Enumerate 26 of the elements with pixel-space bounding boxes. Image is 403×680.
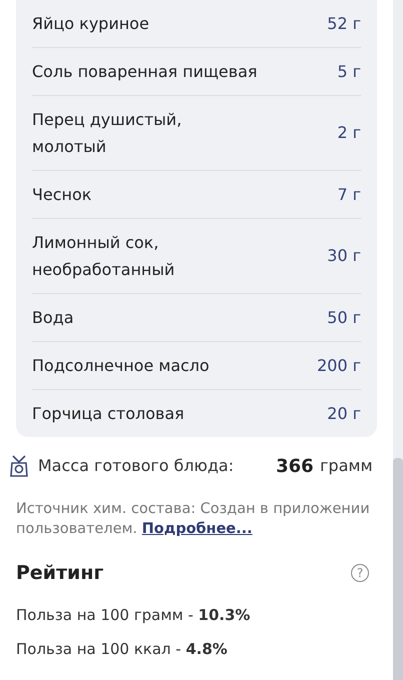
ingredient-name: Подсолнечное масло <box>32 355 210 377</box>
ingredient-name: Чеснок <box>32 184 92 206</box>
ingredient-amount: 52 г <box>327 12 361 34</box>
ingredient-amount: 20 г <box>327 402 361 424</box>
scale-icon <box>10 455 28 477</box>
ingredient-name: Перец душистый, молотый <box>32 109 182 158</box>
ingredient-amount: 5 г <box>337 60 361 82</box>
dish-mass-label: Масса готового блюда: <box>38 455 235 477</box>
dish-mass-unit: грамм <box>320 455 373 477</box>
rating-line: Польза на 100 грамм - 10.3% <box>16 604 252 626</box>
ingredient-amount: 2 г <box>337 122 361 144</box>
help-icon[interactable]: ? <box>351 564 369 582</box>
more-link[interactable]: Подробнее... <box>142 521 252 537</box>
ingredient-name: Горчица столовая <box>32 403 184 425</box>
dish-mass-value: 366 <box>276 454 315 478</box>
rating-line: Польза на 100 ккал - 4.8% <box>16 639 228 660</box>
ingredient-amount: 200 г <box>316 354 361 376</box>
ingredient-name: Яйцо куриное <box>32 13 150 35</box>
ingredient-amount: 30 г <box>327 245 361 267</box>
ingredient-amount: 7 г <box>337 184 361 206</box>
ingredient-name: Вода <box>32 307 74 329</box>
ingredient-amount: 50 г <box>327 306 361 328</box>
source-note: Источник хим. состава: Создан в приложении пользователем. Подробнее... <box>15 500 371 539</box>
ingredient-name: Соль поваренная пищевая <box>32 61 258 83</box>
ingredient-name: Лимонный сок, необработанный <box>32 232 175 281</box>
rating-title: Рейтинг <box>16 561 104 586</box>
